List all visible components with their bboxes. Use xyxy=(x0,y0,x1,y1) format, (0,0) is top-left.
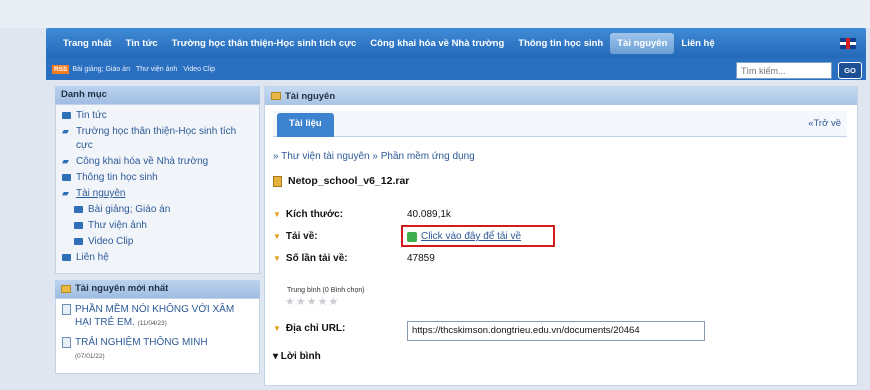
list-item[interactable]: TRẢI NGHIỆM THÔNG MINH (07/01/22) xyxy=(62,336,253,363)
document-icon xyxy=(62,304,71,315)
open-folder-icon: ▰ xyxy=(62,126,69,136)
url-row: ▼ Địa chỉ URL: xyxy=(273,323,346,334)
new-resources-panel: Tài nguyên mới nhất PHẦN MỀM NÓI KHÔNG V… xyxy=(55,280,260,374)
open-folder-icon: ▰ xyxy=(62,156,69,166)
url-field[interactable]: https://thcskimson.dongtrieu.edu.vn/docu… xyxy=(407,321,705,341)
bullet-arrow-icon: ▼ xyxy=(273,232,281,241)
bullet-arrow-icon: ▼ xyxy=(273,210,281,219)
tab-bar: Tài liệu «Trở về xyxy=(273,111,847,137)
sidebar-item-news[interactable]: Tin tức xyxy=(62,109,253,123)
new-resources-list: PHẦN MỀM NÓI KHÔNG VỚI XÂM HẠI TRẺ EM. (… xyxy=(55,298,260,374)
search-input[interactable] xyxy=(736,62,832,79)
main-header: Tài nguyên xyxy=(265,87,857,105)
breadcrumb: » Thư viện tài nguyên » Phần mềm ứng dụn… xyxy=(273,151,475,162)
download-count-row: ▼ Số lần tải về: 47859 xyxy=(273,253,435,264)
left-column: Danh mục Tin tức ▰ Trường học thân thiện-… xyxy=(55,86,260,374)
open-folder-icon: ▰ xyxy=(62,188,69,198)
main-nav: Trang nhất Tin tức Trường học thân thiện… xyxy=(46,28,866,58)
folder-icon xyxy=(74,206,83,213)
list-item[interactable]: PHẦN MỀM NÓI KHÔNG VỚI XÂM HẠI TRẺ EM. (… xyxy=(62,303,253,330)
size-value: 40.089,1k xyxy=(407,209,451,220)
size-row: ▼ Kích thước: 40.089,1k xyxy=(273,209,451,220)
folder-icon xyxy=(62,112,71,119)
category-header: Danh mục xyxy=(55,86,260,104)
nav-item-public-info[interactable]: Công khai hóa về Nhà trường xyxy=(363,33,511,54)
bullet-arrow-icon: ▼ xyxy=(273,324,281,333)
nav-item-home[interactable]: Trang nhất xyxy=(56,33,119,54)
sub-nav-video[interactable]: Video Clip xyxy=(183,66,215,73)
uk-flag-icon[interactable] xyxy=(840,38,856,49)
folder-icon xyxy=(74,222,83,229)
archive-icon xyxy=(273,175,282,187)
resources-icon xyxy=(61,285,71,293)
comments-toggle[interactable]: ▾ Lời bình xyxy=(273,351,321,362)
new-resources-header: Tài nguyên mới nhất xyxy=(55,280,260,298)
sub-nav-lessons[interactable]: Bài giảng; Giáo án xyxy=(72,66,130,73)
sidebar-item-lessons[interactable]: Bài giảng; Giáo án xyxy=(62,203,253,217)
sidebar-item-photos[interactable]: Thư viện ảnh xyxy=(62,219,253,233)
nav-item-news[interactable]: Tin tức xyxy=(119,33,165,54)
top-strip xyxy=(0,0,870,28)
folder-icon xyxy=(62,254,71,261)
folder-icon xyxy=(74,238,83,245)
breadcrumb-software[interactable]: Phần mềm ứng dụng xyxy=(381,151,475,162)
search-go-button[interactable]: GO xyxy=(838,62,862,79)
sidebar-item-resources[interactable]: ▰ Tài nguyên xyxy=(62,187,253,201)
download-count-value: 47859 xyxy=(407,253,435,264)
nav-item-contact[interactable]: Liên hệ xyxy=(674,33,721,54)
nav-item-friendly-school[interactable]: Trường học thân thiện-Học sinh tích cực xyxy=(165,33,364,54)
file-title: Netop_school_v6_12.rar xyxy=(273,175,409,187)
rating-stars[interactable]: ★★★★★ xyxy=(285,295,339,308)
sidebar-item-friendly-school[interactable]: ▰ Trường học thân thiện-Học sinh tích cực xyxy=(62,125,253,153)
sidebar-item-student-info[interactable]: Thông tin học sinh xyxy=(62,171,253,185)
highlight-box xyxy=(401,225,555,247)
download-row: ▼ Tải về: Click vào đây để tải về xyxy=(273,225,555,247)
bullet-arrow-icon: ▼ xyxy=(273,254,281,263)
resource-detail-panel: Tài nguyên Tài liệu «Trở về » Thư viện t… xyxy=(264,86,858,386)
back-link[interactable]: «Trở về xyxy=(808,118,841,129)
sidebar-item-contact[interactable]: Liên hệ xyxy=(62,251,253,265)
document-icon xyxy=(62,337,71,348)
nav-item-student-info[interactable]: Thông tin học sinh xyxy=(511,33,610,54)
rating-label: Trung bình (0 Bình chọn) xyxy=(287,287,365,294)
rss-icon[interactable]: RSS xyxy=(52,64,70,74)
sub-nav-photos[interactable]: Thư viện ảnh xyxy=(136,66,177,73)
breadcrumb-library[interactable]: Thư viện tài nguyên xyxy=(281,151,369,162)
category-menu: Tin tức ▰ Trường học thân thiện-Học sinh … xyxy=(55,104,260,274)
nav-item-resources[interactable]: Tài nguyên xyxy=(610,32,675,54)
sidebar-item-video[interactable]: Video Clip xyxy=(62,235,253,249)
sidebar-item-public-info[interactable]: ▰ Công khai hóa về Nhà trường xyxy=(62,155,253,169)
folder-icon xyxy=(62,174,71,181)
resources-icon xyxy=(271,92,281,100)
tab-documents[interactable]: Tài liệu xyxy=(277,113,334,137)
